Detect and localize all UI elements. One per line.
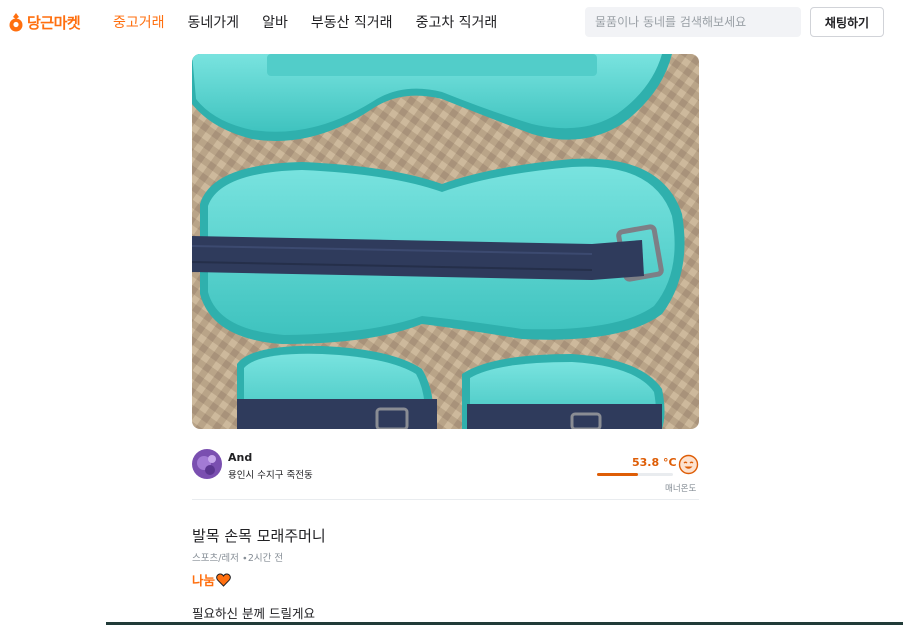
manner-temperature-label: 매너온도 xyxy=(665,484,697,494)
article-description: 필요하신 분께 드릴게요 xyxy=(192,606,315,621)
main-nav: 중고거래 동네가게 알바 부동산 직거래 중고차 직거래 xyxy=(113,12,520,32)
product-photo-illustration xyxy=(192,54,699,429)
manner-temperature-value: 53.8 °C xyxy=(632,456,677,469)
avatar[interactable] xyxy=(192,449,222,479)
avatar-image xyxy=(192,449,222,479)
carrot-logo-icon xyxy=(9,12,23,31)
nav-used-trade[interactable]: 중고거래 xyxy=(113,12,165,32)
manner-face-icon xyxy=(678,454,699,475)
product-image[interactable] xyxy=(192,54,699,429)
article-title: 발목 손목 모래주머니 xyxy=(192,527,326,545)
nav-real-estate[interactable]: 부동산 직거래 xyxy=(311,12,393,32)
daangn-logo[interactable]: 당근마켓 xyxy=(8,11,81,33)
price-label: 나눔 xyxy=(192,573,216,588)
chat-button[interactable]: 채팅하기 xyxy=(810,7,884,37)
nav-used-cars[interactable]: 중고차 직거래 xyxy=(416,12,498,32)
seller-nickname: And xyxy=(228,451,253,464)
heart-icon xyxy=(216,572,231,587)
top-navigation-bar: 당근마켓 중고거래 동네가게 알바 부동산 직거래 중고차 직거래 채팅하기 xyxy=(0,0,903,44)
article-meta: 스포츠/레저 ∙2시간 전 xyxy=(192,553,284,564)
nav-part-time-jobs[interactable]: 알바 xyxy=(262,12,288,32)
seller-region: 용인시 수지구 죽전동 xyxy=(228,470,313,481)
search-input[interactable] xyxy=(585,7,801,37)
logo-text: 당근마켓 xyxy=(27,13,81,32)
seller-profile[interactable]: And 용인시 수지구 죽전동 53.8 °C 매너온도 xyxy=(192,448,699,500)
manner-temperature-bar xyxy=(597,473,673,476)
nav-local-stores[interactable]: 동네가게 xyxy=(188,12,240,32)
article-price: 나눔 xyxy=(192,570,231,589)
manner-temperature-fill xyxy=(597,473,638,476)
